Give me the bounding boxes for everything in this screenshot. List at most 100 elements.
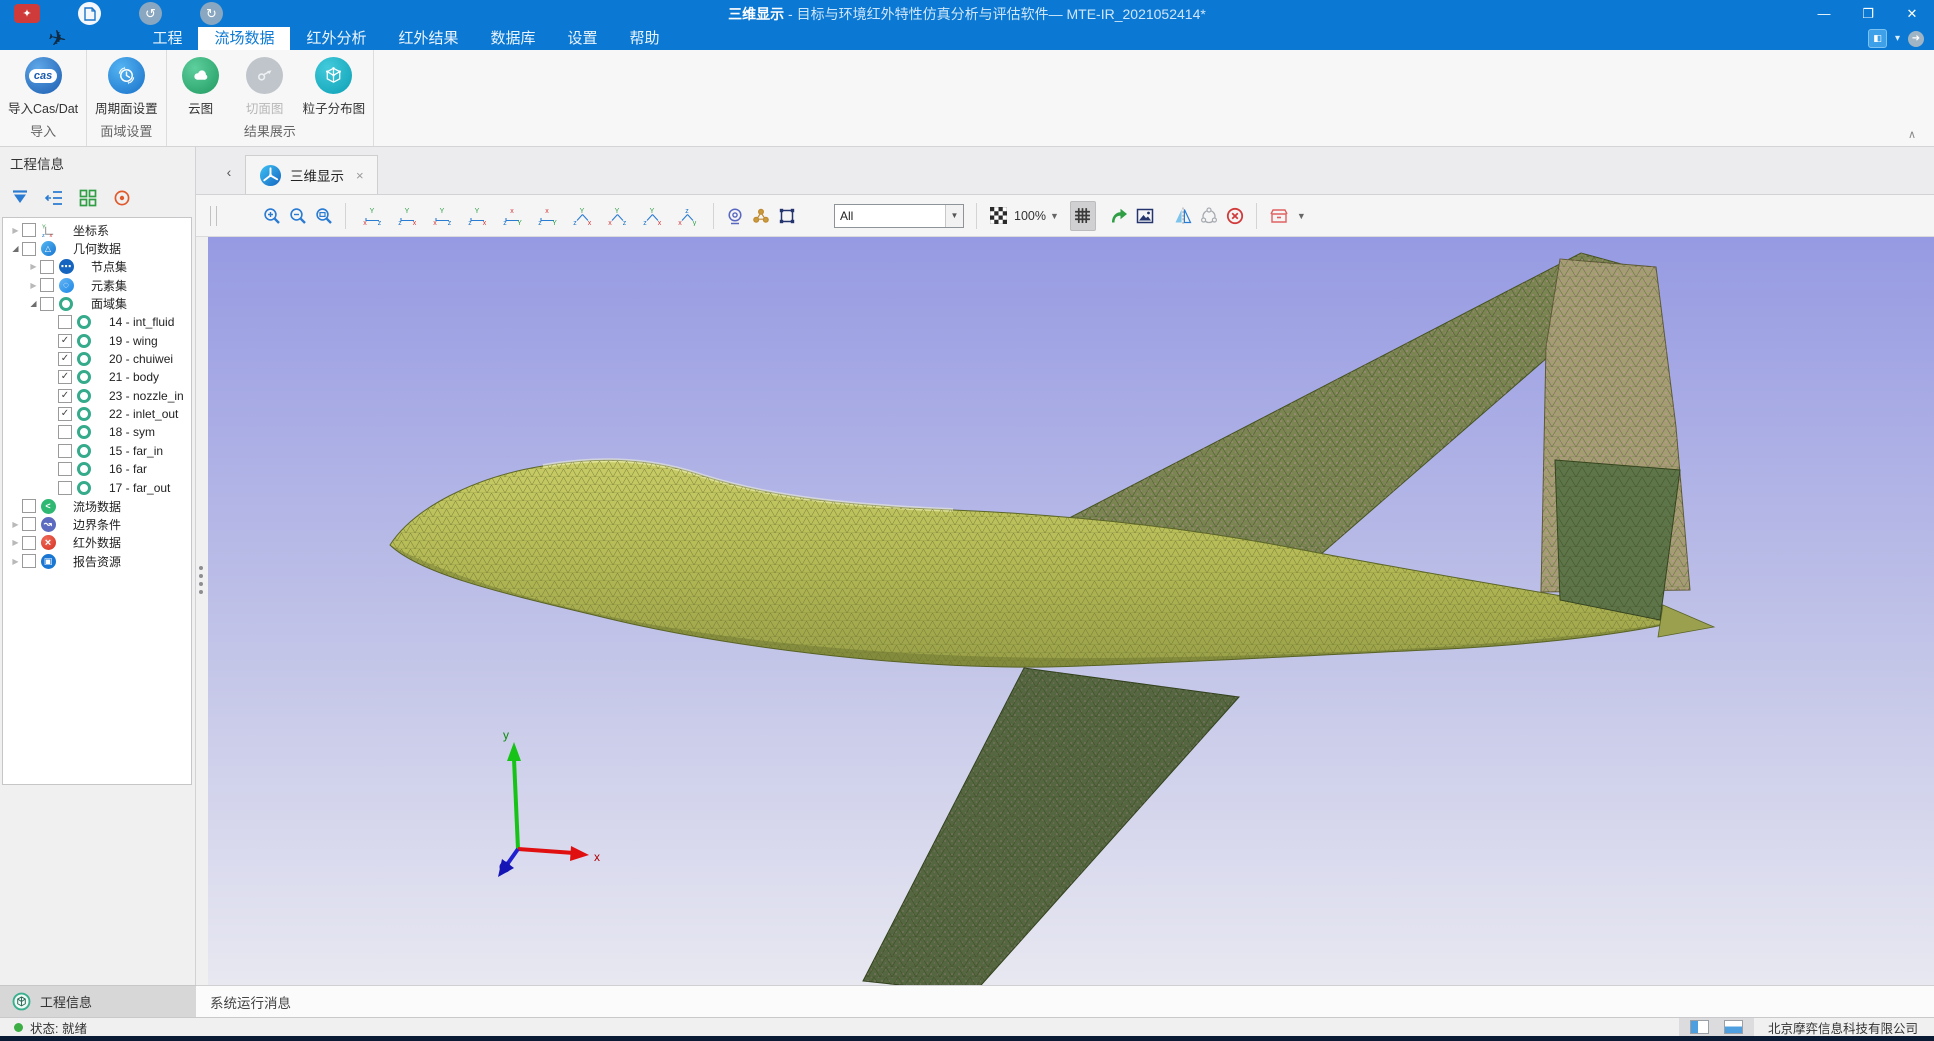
expander-icon[interactable]: ▶ [9, 557, 22, 566]
tree-checkbox[interactable] [22, 536, 36, 550]
tab-scroll-left-icon[interactable]: ‹ [218, 159, 240, 185]
network-icon[interactable] [1196, 201, 1222, 231]
expander-icon[interactable]: ▶ [9, 538, 22, 547]
help-icon[interactable]: ➜ [1908, 31, 1924, 47]
probe-icon[interactable] [722, 201, 748, 231]
ribbon-button-slice[interactable]: 切面图 [233, 55, 297, 119]
ribbon-button-particles[interactable]: 粒子分布图 [297, 55, 372, 119]
transparency-icon[interactable] [985, 201, 1011, 231]
package-icon[interactable] [1265, 201, 1293, 231]
dropdown-caret-icon[interactable]: ▾ [1895, 33, 1900, 44]
expander-icon[interactable]: ▶ [9, 226, 22, 235]
tab-close-icon[interactable]: × [356, 168, 364, 183]
redo-icon[interactable]: ↻ [200, 2, 223, 25]
view-iso-7-icon[interactable]: Yzx [568, 201, 596, 231]
view-iso-8-icon[interactable]: Yxz [603, 201, 631, 231]
ribbon-button-cloud[interactable]: 云图 [169, 55, 233, 119]
minimize-icon[interactable]: — [1802, 0, 1846, 27]
share-arrow-icon[interactable] [1106, 201, 1132, 231]
tree-checkbox[interactable] [22, 242, 36, 256]
tree-item[interactable]: ▶×红外数据 [3, 534, 191, 552]
tree-checkbox[interactable] [40, 297, 54, 311]
tree-checkbox[interactable] [22, 223, 36, 237]
tree-checkbox[interactable] [40, 260, 54, 274]
tree-item[interactable]: ▶↝边界条件 [3, 515, 191, 533]
viewport-3d[interactable]: x y [208, 237, 1934, 985]
view-iso-9-icon[interactable]: Yzx [638, 201, 666, 231]
locate-icon[interactable] [111, 188, 132, 209]
package-dropdown-icon[interactable]: ▼ [1297, 211, 1306, 221]
mirror-icon[interactable] [1170, 201, 1196, 231]
tree-checkbox[interactable] [58, 425, 72, 439]
menu-item[interactable]: 数据库 [475, 27, 552, 50]
zoom-out-icon[interactable] [285, 201, 311, 231]
snapshot-icon[interactable] [1132, 201, 1158, 231]
tab-3d-view[interactable]: 三维显示 × [245, 155, 378, 194]
style-icon[interactable]: ◧ [1868, 29, 1887, 48]
tree-item[interactable]: ✓22 - inlet_out [3, 405, 191, 423]
toolbar-drag-handle[interactable] [210, 206, 217, 226]
ribbon-button-cas[interactable]: cas导入Cas/Dat [2, 55, 84, 119]
tree-item[interactable]: ✓21 - body [3, 368, 191, 386]
expander-icon[interactable]: ▶ [27, 262, 40, 271]
tree-item[interactable]: ▶▣报告资源 [3, 552, 191, 570]
view-ortho-2-icon[interactable]: Yzx [393, 201, 421, 231]
tree-item[interactable]: ◢面域集 [3, 295, 191, 313]
tree-item[interactable]: <流场数据 [3, 497, 191, 515]
tree-item[interactable]: ◢△几何数据 [3, 239, 191, 257]
menu-item[interactable]: 设置 [552, 27, 614, 50]
grid-toggle-icon[interactable] [1070, 201, 1096, 231]
new-document-icon[interactable] [78, 2, 101, 25]
expander-icon[interactable]: ◢ [9, 244, 22, 253]
menu-item[interactable]: 流场数据 [198, 27, 290, 50]
filter-icon[interactable] [9, 188, 30, 209]
view-ortho-3-icon[interactable]: Yxz [428, 201, 456, 231]
display-filter-combobox[interactable]: All ▼ [834, 204, 964, 228]
expander-icon[interactable]: ◢ [27, 299, 40, 308]
delete-icon[interactable] [1222, 201, 1248, 231]
tree-checkbox[interactable]: ✓ [58, 407, 72, 421]
tree-checkbox[interactable] [22, 554, 36, 568]
layout-left-panel-icon[interactable] [1690, 1020, 1709, 1034]
undo-icon[interactable]: ↺ [139, 2, 162, 25]
tree-item[interactable]: 14 - int_fluid [3, 313, 191, 331]
tree-checkbox[interactable]: ✓ [58, 334, 72, 348]
layout-bottom-panel-icon[interactable] [1724, 1020, 1743, 1034]
tree-item[interactable]: ▶Yzx坐标系 [3, 221, 191, 239]
expander-icon[interactable]: ▶ [27, 281, 40, 290]
tree-checkbox[interactable]: ✓ [58, 389, 72, 403]
menu-item[interactable]: 红外结果 [382, 27, 474, 50]
expander-icon[interactable]: ▶ [9, 520, 22, 529]
view-ortho-1-icon[interactable]: Yxz [358, 201, 386, 231]
view-ortho-6-icon[interactable]: xzY [533, 201, 561, 231]
tree-item[interactable]: 18 - sym [3, 423, 191, 441]
dock-tab-project-info[interactable]: 工程信息 [0, 985, 196, 1017]
tree-item[interactable]: ✓19 - wing [3, 331, 191, 349]
zoom-fit-icon[interactable] [311, 201, 337, 231]
tree-item[interactable]: ▶◌元素集 [3, 276, 191, 294]
ribbon-button-clock[interactable]: 周期面设置 [89, 55, 164, 119]
collapse-all-icon[interactable] [43, 188, 64, 209]
tree-item[interactable]: ✓23 - nozzle_in [3, 387, 191, 405]
view-ortho-4-icon[interactable]: Yzx [463, 201, 491, 231]
menu-item[interactable]: 红外分析 [290, 27, 382, 50]
tree-checkbox[interactable] [58, 315, 72, 329]
zoom-level-dropdown[interactable]: 100%▼ [1011, 201, 1062, 231]
select-frame-icon[interactable] [774, 201, 800, 231]
tree-checkbox[interactable] [58, 481, 72, 495]
view-ortho-5-icon[interactable]: xzY [498, 201, 526, 231]
tree-item[interactable]: 17 - far_out [3, 478, 191, 496]
tree-item[interactable]: ✓20 - chuiwei [3, 350, 191, 368]
grid-view-icon[interactable] [77, 188, 98, 209]
menu-item[interactable]: 工程 [136, 27, 198, 50]
zoom-in-icon[interactable] [259, 201, 285, 231]
tree-checkbox[interactable] [58, 462, 72, 476]
maximize-icon[interactable]: ❐ [1846, 0, 1890, 27]
view-iso-10-icon[interactable]: zxy [673, 201, 701, 231]
tree-checkbox[interactable] [22, 499, 36, 513]
tree-checkbox[interactable] [40, 278, 54, 292]
combobox-dropdown-icon[interactable]: ▼ [945, 205, 963, 227]
molecule-icon[interactable] [748, 201, 774, 231]
tree-checkbox[interactable] [22, 517, 36, 531]
tree-checkbox[interactable]: ✓ [58, 352, 72, 366]
